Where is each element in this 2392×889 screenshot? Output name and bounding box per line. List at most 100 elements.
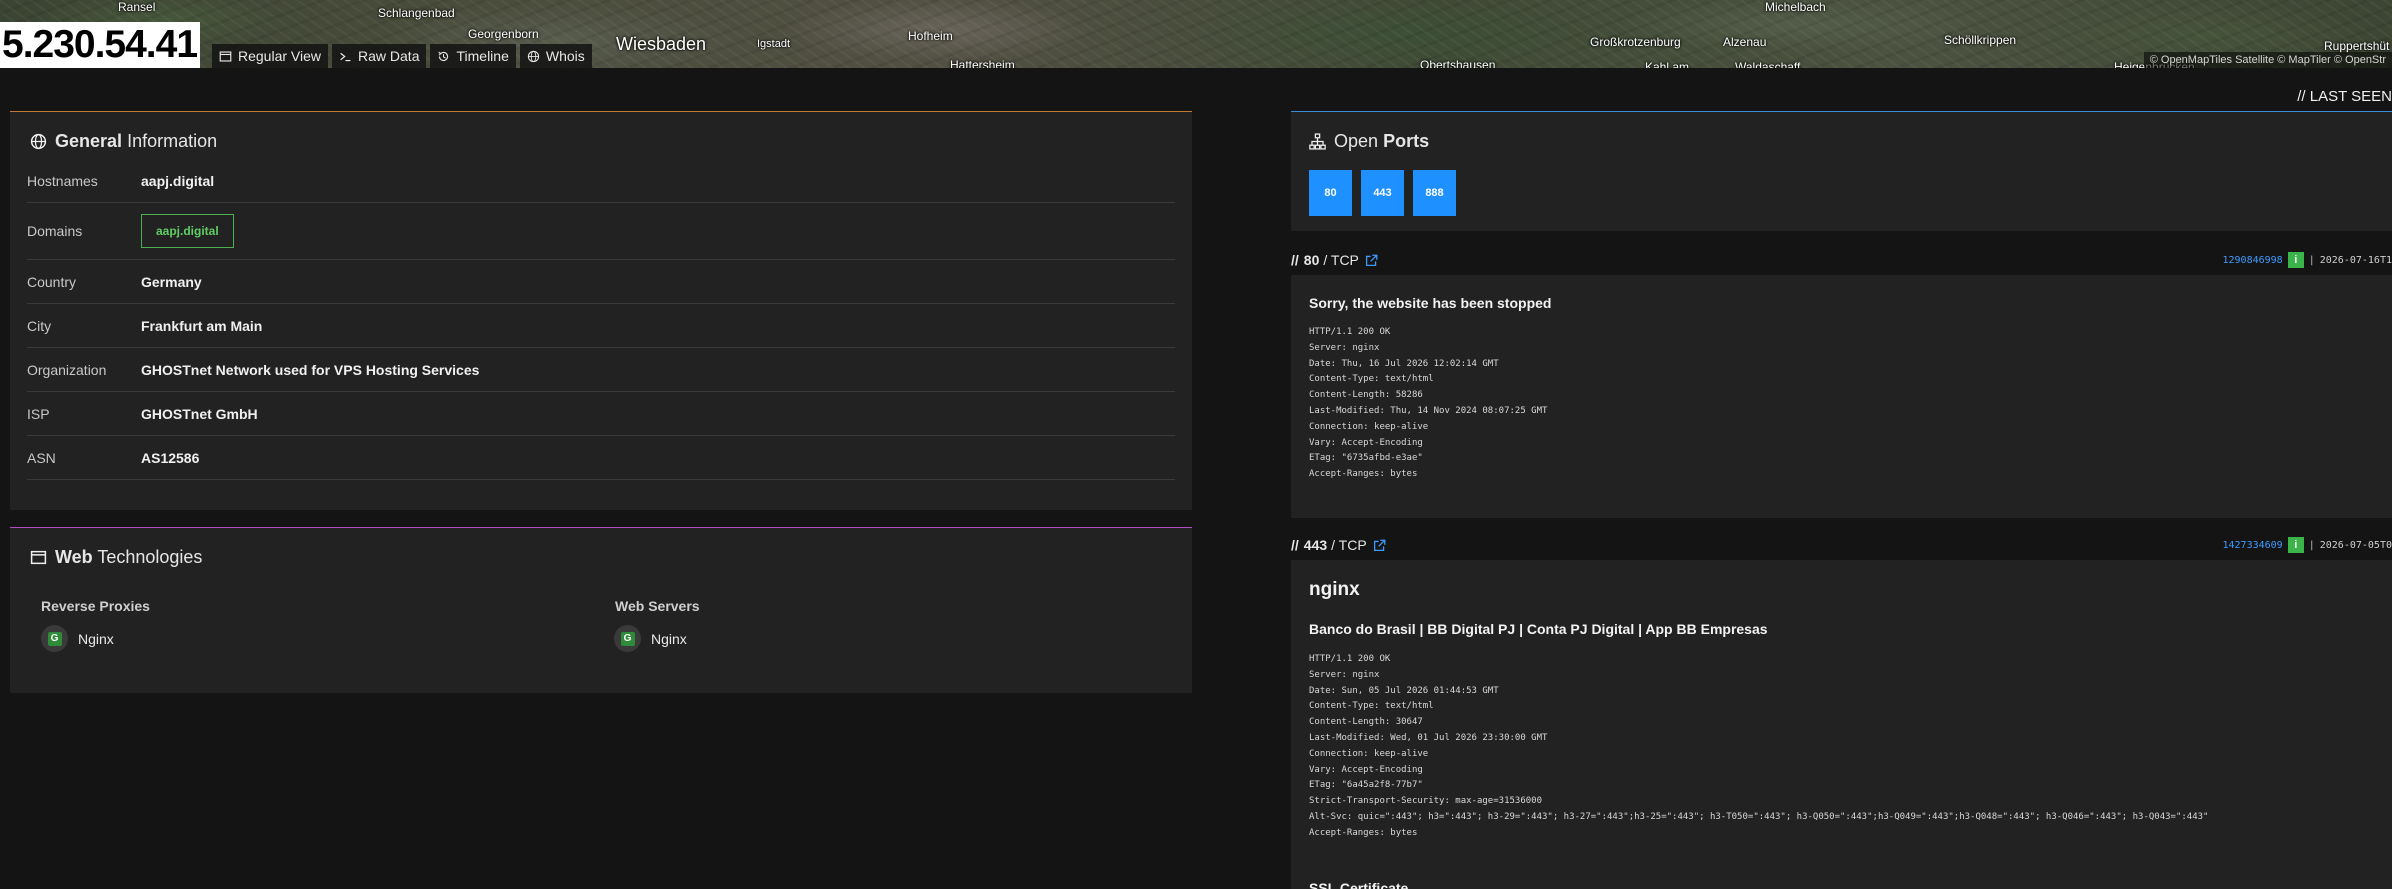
map-place-label: Schöllkrippen	[1944, 33, 2017, 47]
tab-label: Whois	[545, 48, 585, 64]
city-value: Frankfurt am Main	[141, 317, 263, 334]
title-rest: Technologies	[97, 547, 203, 567]
service-raw-response: HTTP/1.1 200 OK Server: nginx Date: Sun,…	[1309, 654, 2209, 838]
info-key: Organization	[27, 361, 107, 378]
info-icon[interactable]: i	[2287, 537, 2304, 553]
service-meta: 1290846998 i | 2026-07-16T1	[2223, 252, 2392, 268]
service-port-number: 80	[1303, 252, 1320, 268]
globe-icon	[30, 133, 47, 150]
domain-chip[interactable]: aapj.digital	[141, 214, 234, 248]
info-row-asn: ASN AS12586	[27, 436, 1175, 480]
window-icon	[219, 50, 232, 62]
title-bold: Ports	[1383, 131, 1430, 151]
service-banner-80: Sorry, the website has been stopped HTTP…	[1291, 275, 2392, 518]
tab-label: Timeline	[456, 48, 509, 64]
map-place-label: Schlangenbad	[378, 6, 455, 20]
title-bold: General	[55, 131, 123, 151]
external-link-icon[interactable]	[1365, 254, 1378, 267]
view-tabs: Regular View Raw Data Timeline Whois	[212, 44, 592, 68]
terminal-icon	[340, 52, 351, 61]
hostname-value: aapj.digital	[141, 173, 215, 189]
tech-group-reverse-proxies: Reverse Proxies	[41, 598, 150, 614]
history-icon	[438, 51, 449, 61]
globe-icon	[527, 50, 540, 62]
title-rest: Open	[1334, 131, 1379, 151]
web-technologies-title: Web Technologies	[30, 547, 202, 568]
info-row-organization: Organization GHOSTnet Network used for V…	[27, 348, 1175, 392]
title-rest: Information	[127, 131, 218, 151]
map-place-label: Igstadt	[757, 38, 791, 50]
map-place-label: Großkrotzenburg	[1590, 35, 1681, 49]
ip-address-title: 5.230.54.41	[0, 22, 200, 68]
port-button-80[interactable]: 80	[1309, 170, 1352, 216]
map-place-label: Obertshausen	[1420, 58, 1496, 68]
service-slashes: //	[1291, 537, 1299, 553]
info-key: ISP	[27, 405, 50, 422]
tech-item-nginx[interactable]: G Nginx	[41, 625, 114, 652]
general-information-title: General Information	[30, 131, 217, 152]
tab-regular-view[interactable]: Regular View	[212, 44, 329, 68]
info-icon[interactable]: i	[2287, 252, 2304, 268]
service-raw-response: HTTP/1.1 200 OK Server: nginx Date: Thu,…	[1309, 327, 1548, 480]
meta-separator: |	[2308, 254, 2315, 266]
service-header-80: // 80 / TCP 1290846998 i | 2026-07-16T1	[1291, 251, 2392, 269]
map-city-label: Wiesbaden	[616, 34, 707, 54]
port-button-888[interactable]: 888	[1413, 170, 1456, 216]
service-timestamp: 2026-07-05T0	[2319, 539, 2392, 551]
tech-item-label: Nginx	[651, 630, 687, 647]
tab-raw-data[interactable]: Raw Data	[332, 44, 427, 68]
service-header-443: // 443 / TCP 1427334609 i | 2026-07-05T0	[1291, 536, 2392, 554]
isp-value: GHOSTnet GmbH	[141, 405, 258, 422]
service-title: Banco do Brasil | BB Digital PJ | Conta …	[1309, 621, 1768, 637]
info-key: Country	[27, 273, 77, 290]
service-meta: 1427334609 i | 2026-07-05T0	[2223, 537, 2392, 553]
info-key: City	[27, 317, 52, 334]
service-port-number: 443	[1303, 537, 1328, 553]
map-place-label: Alzenau	[1723, 35, 1767, 49]
service-hash-link[interactable]: 1290846998	[2223, 255, 2283, 266]
nginx-icon: G	[41, 625, 68, 652]
info-row-domains: Domains aapj.digital	[27, 203, 1175, 260]
tech-group-web-servers: Web Servers	[615, 598, 700, 614]
nginx-icon: G	[614, 625, 641, 652]
map-place-label: Ruppertshüt	[2324, 39, 2390, 53]
info-key: ASN	[27, 449, 56, 466]
open-ports-card: Open Ports 80 443 888	[1291, 111, 2392, 231]
map-place-label: Georgenborn	[468, 27, 539, 41]
country-value: Germany	[141, 273, 202, 290]
service-protocol: / TCP	[1331, 537, 1367, 553]
tab-label: Raw Data	[358, 48, 420, 64]
service-slashes: //	[1291, 252, 1299, 268]
tab-timeline[interactable]: Timeline	[430, 44, 516, 68]
tech-item-nginx[interactable]: G Nginx	[614, 625, 687, 652]
map-place-label: Kahl am	[1645, 60, 1690, 68]
meta-separator: |	[2308, 539, 2315, 551]
web-technologies-card: Web Technologies Reverse Proxies G Nginx…	[10, 527, 1192, 693]
info-key: Domains	[27, 223, 83, 239]
service-protocol: / TCP	[1323, 252, 1359, 268]
map-attribution[interactable]: © OpenMapTiles Satellite © MapTiler © Op…	[2143, 52, 2392, 68]
service-hash-link[interactable]: 1427334609	[2223, 540, 2283, 551]
last-seen-heading: // LAST SEEN	[2297, 88, 2392, 105]
map-place-label: Waldaschaff	[1735, 60, 1801, 68]
title-bold: Web	[55, 547, 93, 567]
map-place-label: Ransel	[118, 0, 156, 14]
info-row-hostnames: Hostnames aapj.digital	[27, 160, 1175, 203]
service-banner-443: nginx Banco do Brasil | BB Digital PJ | …	[1291, 560, 2392, 889]
ssl-certificate-heading: SSL Certificate	[1309, 880, 1409, 889]
service-product: nginx	[1309, 579, 1360, 600]
sitemap-icon	[1309, 133, 1326, 150]
tab-whois[interactable]: Whois	[519, 44, 592, 68]
info-row-isp: ISP GHOSTnet GmbH	[27, 392, 1175, 436]
asn-value: AS12586	[141, 449, 200, 466]
browser-window-icon	[30, 550, 47, 565]
service-title: Sorry, the website has been stopped	[1309, 295, 1552, 311]
map-place-label: Hattersheim	[950, 58, 1015, 68]
tech-item-label: Nginx	[78, 630, 114, 647]
info-row-country: Country Germany	[27, 260, 1175, 304]
external-link-icon[interactable]	[1373, 539, 1386, 552]
map-place-label: Michelbach	[1765, 0, 1826, 14]
port-button-443[interactable]: 443	[1361, 170, 1404, 216]
tab-label: Regular View	[238, 48, 322, 64]
info-key: Hostnames	[27, 173, 98, 189]
